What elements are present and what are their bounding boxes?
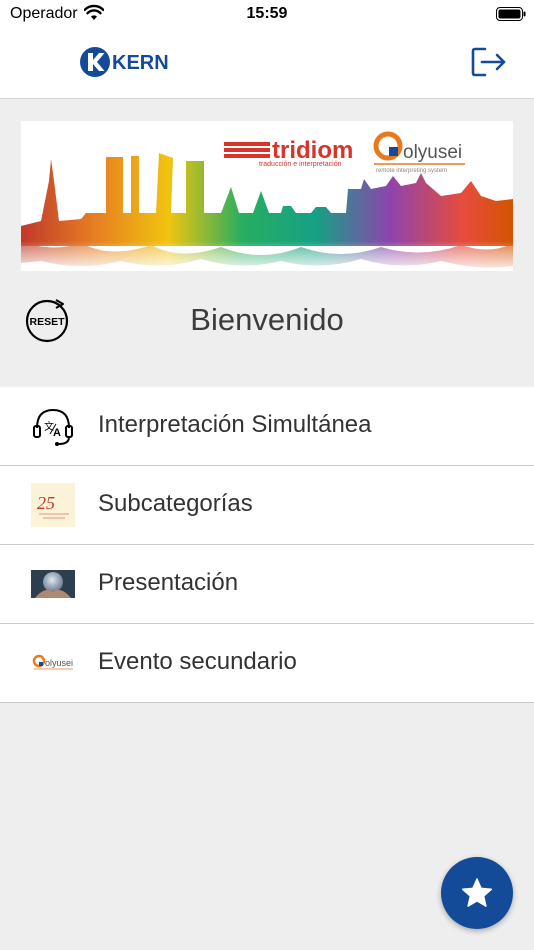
menu-item-subcategorias[interactable]: 25 Subcategorías — [0, 466, 534, 545]
presentation-photo-icon — [31, 570, 75, 598]
status-bar: Operador 15:59 — [0, 0, 534, 30]
tridiom-text: tridiom — [272, 137, 353, 164]
olyusei-text: olyusei — [403, 142, 462, 163]
olyusei-logo-icon: olyusei — [32, 654, 73, 670]
kern-logo: KERN — [80, 47, 169, 77]
anniversary-25-icon: 25 — [31, 483, 75, 527]
tridiom-tagline: traducción e interpretación — [259, 161, 342, 168]
welcome-title: Bienvenido — [190, 302, 344, 337]
svg-text:A: A — [53, 427, 61, 439]
menu-item-evento-secundario[interactable]: olyusei Evento secundario — [0, 624, 534, 703]
headset-translate-icon: 文 A — [33, 408, 73, 446]
battery-icon — [496, 7, 526, 21]
menu-item-presentacion[interactable]: Presentación — [0, 545, 534, 624]
star-icon — [461, 878, 493, 907]
clock: 15:59 — [246, 5, 288, 22]
logout-icon[interactable] — [470, 44, 508, 80]
svg-text:olyusei: olyusei — [45, 658, 73, 668]
menu-item-interpretacion[interactable]: 文 A Interpretación Simultánea — [0, 387, 534, 466]
svg-text:25: 25 — [37, 493, 55, 513]
menu-item-label: Subcategorías — [98, 490, 253, 517]
menu-item-label: Interpretación Simultánea — [98, 411, 372, 438]
favorites-button[interactable] — [441, 857, 513, 929]
navigation-bar: KERN — [0, 30, 534, 99]
olyusei-tagline: remote interpreting system — [376, 168, 447, 174]
menu-list: 文 A Interpretación Simultánea 25 Subcate… — [0, 387, 534, 703]
menu-item-label: Evento secundario — [98, 648, 297, 675]
event-banner: tridiom traducción e interpretación olyu… — [21, 121, 513, 271]
brand-text: KERN — [112, 52, 169, 74]
menu-item-label: Presentación — [98, 569, 239, 596]
